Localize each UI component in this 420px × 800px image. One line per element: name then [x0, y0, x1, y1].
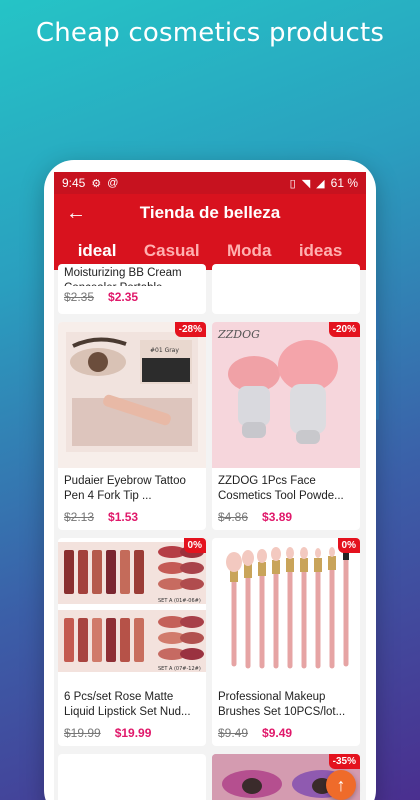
tab-casual[interactable]: Casual	[144, 241, 200, 261]
status-bar: 9:45 ⚙ @ ▯ ◥ ◢ 61 %	[54, 172, 366, 194]
product-name: Professional Makeup Brushes Set 10PCS/lo…	[218, 691, 346, 718]
product-price: $2.35	[108, 290, 139, 304]
product-name: 6 Pcs/set Rose Matte Liquid Lipstick Set…	[64, 691, 191, 718]
tab-ideas[interactable]: ideas	[299, 241, 342, 261]
product-image: ZZDOG -20%	[212, 322, 360, 468]
discount-badge: -35%	[328, 754, 360, 769]
back-arrow-icon[interactable]: ←	[66, 202, 96, 225]
phone-frame: 9:45 ⚙ @ ▯ ◥ ◢ 61 % ← Tienda de belleza …	[44, 160, 376, 800]
eyebrow-pen-image: #01 Gray	[66, 332, 198, 452]
powder-brush-image: ZZDOG	[217, 328, 338, 444]
product-name: Moisturizing BB Cream Concealer Portable…	[64, 267, 182, 286]
product-card[interactable]: ZZDOG -20% ZZDOG 1Pcs Face Cosmetics Too…	[212, 322, 360, 530]
product-name: Pudaier Eyebrow Tattoo Pen 4 Fork Tip ..…	[64, 475, 186, 502]
product-name: ZZDOG 1Pcs Face Cosmetics Tool Powde...	[218, 475, 344, 502]
tab-moda[interactable]: Moda	[227, 241, 271, 261]
image-label: #01 Gray	[150, 347, 179, 354]
lipstick-set-image: SET A (01#-06#) SET A (07#-12#)	[58, 542, 206, 672]
product-price: $3.89	[262, 510, 293, 524]
product-card[interactable]: SET A (01#-06#) SET A (07#-12#) 0% 6 Pcs…	[58, 538, 206, 746]
product-price: $19.99	[114, 726, 152, 740]
discount-badge: 0%	[183, 538, 206, 553]
phone-icon: ▯	[289, 177, 296, 190]
image-label-b: SET A (07#-12#)	[158, 666, 201, 672]
product-card[interactable]	[212, 264, 360, 314]
product-image: 0%	[212, 538, 360, 684]
app-screen: 9:45 ⚙ @ ▯ ◥ ◢ 61 % ← Tienda de belleza …	[54, 172, 366, 800]
app-title: Tienda de belleza	[139, 203, 281, 222]
product-card[interactable]: Moisturizing BB Cream Concealer Portable…	[58, 264, 206, 314]
phone-side-button	[376, 360, 379, 420]
product-old-price: $4.86	[218, 510, 249, 524]
product-card[interactable]: 0% Professional Makeup Brushes Set 10PCS…	[212, 538, 360, 746]
discount-badge: -28%	[174, 322, 206, 337]
product-price: $1.53	[108, 510, 139, 524]
battery-level: 61 %	[330, 176, 358, 190]
product-price: $9.49	[262, 726, 293, 740]
product-image: SET A (01#-06#) SET A (07#-12#) 0%	[58, 538, 206, 684]
phone-side-button	[376, 300, 379, 340]
scroll-to-top-button[interactable]: ↑	[326, 770, 356, 800]
gear-icon: ⚙	[91, 177, 102, 190]
brand-label: ZZDOG	[217, 328, 260, 341]
app-bar: ← Tienda de belleza	[54, 194, 366, 232]
discount-badge: -20%	[328, 322, 360, 337]
product-grid: Moisturizing BB Cream Concealer Portable…	[54, 264, 366, 800]
promo-headline: Cheap cosmetics products	[35, 18, 385, 48]
product-image: #01 Gray -28%	[58, 322, 206, 468]
product-card[interactable]: #01 Gray -28% Pudaier Eyebrow Tattoo Pen…	[58, 322, 206, 530]
arrow-up-icon: ↑	[336, 774, 346, 795]
product-old-price: $9.49	[218, 726, 249, 740]
product-old-price: $19.99	[64, 726, 101, 740]
discount-badge: 0%	[337, 538, 360, 553]
makeup-brushes-image	[226, 544, 349, 669]
signal-icon: ◢	[316, 177, 325, 190]
image-label-a: SET A (01#-06#)	[158, 598, 201, 604]
at-icon: @	[107, 177, 119, 189]
product-card[interactable]	[58, 754, 206, 800]
wifi-icon: ◥	[301, 177, 311, 190]
status-time: 9:45	[62, 176, 86, 190]
tab-ideal[interactable]: ideal	[78, 241, 117, 261]
product-old-price: $2.35	[64, 290, 95, 304]
product-old-price: $2.13	[64, 510, 95, 524]
